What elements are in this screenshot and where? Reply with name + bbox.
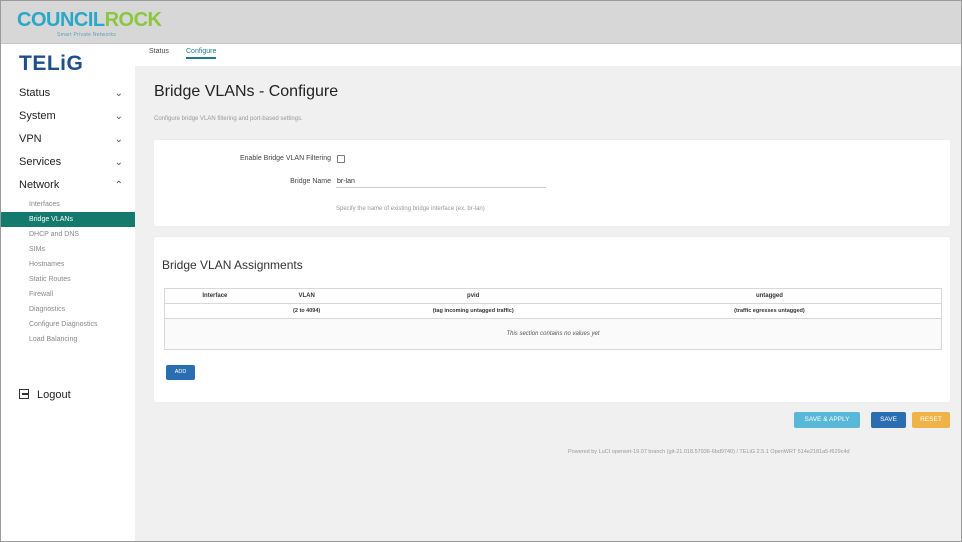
table-header-row: Interface VLAN pvid untagged (165, 289, 941, 304)
vlan-assignments-table: Interface VLAN pvid untagged (2 to 4094)… (164, 288, 942, 350)
chevron-down-icon: ⌄ (114, 134, 123, 145)
chevron-down-icon: ⌄ (114, 88, 123, 99)
sidebar-item-label: Services (19, 156, 62, 168)
bridge-name-help: Specify the name of existing bridge inte… (336, 206, 485, 212)
chevron-down-icon: ⌄ (114, 157, 123, 168)
logout-link[interactable]: Logout (19, 389, 71, 401)
chevron-up-icon: ⌃ (114, 180, 123, 191)
bridge-name-input[interactable] (336, 175, 546, 188)
column-header-untagged: untagged (755, 293, 783, 299)
bridge-name-label: Bridge Name (290, 178, 331, 185)
brand-name-part1: COUNCIL (17, 9, 105, 31)
logout-icon (19, 389, 29, 399)
enable-filtering-label: Enable Bridge VLAN Filtering (239, 155, 331, 162)
reset-button[interactable]: RESET (912, 412, 950, 428)
column-hint-vlan: (2 to 4094) (293, 308, 321, 314)
telig-logo: TELiG (19, 52, 84, 75)
sidebar-subitem-load-balancing[interactable]: Load Balancing (1, 332, 135, 347)
sidebar-item-network[interactable]: Network ⌃ (1, 174, 135, 197)
sidebar: TELiG Status ⌄ System ⌄ VPN ⌄ Services ⌄ Net… (1, 44, 135, 541)
vlan-assignments-card: Bridge VLAN Assignments Interface VLAN p… (154, 237, 950, 402)
sidebar-subitem-sims[interactable]: SIMs (1, 242, 135, 257)
table-hint-row: (2 to 4094) (tag incoming untagged traff… (165, 304, 941, 319)
sidebar-subitem-bridge-vlans[interactable]: Bridge VLANs (1, 212, 135, 227)
save-apply-button[interactable]: SAVE & APPLY (794, 412, 860, 428)
enable-filtering-checkbox[interactable] (337, 155, 345, 163)
sidebar-subitem-hostnames[interactable]: Hostnames (1, 257, 135, 272)
main-content: Status Configure Bridge VLANs - Configur… (135, 44, 961, 541)
sidebar-item-label: Status (19, 87, 51, 99)
column-hint-interface (165, 304, 265, 318)
sidebar-item-vpn[interactable]: VPN ⌄ (1, 128, 135, 151)
sidebar-subitem-static-routes[interactable]: Static Routes (1, 272, 135, 287)
brand-tagline: Smart Private Networks (57, 32, 117, 38)
sidebar-nav: Status ⌄ System ⌄ VPN ⌄ Services ⌄ Network ⌃ … (1, 82, 135, 347)
sidebar-subitem-diagnostics[interactable]: Diagnostics (1, 302, 135, 317)
sidebar-subitem-interfaces[interactable]: Interfaces (1, 197, 135, 212)
sidebar-subitem-dhcp-dns[interactable]: DHCP and DNS (1, 227, 135, 242)
settings-card: Enable Bridge VLAN Filtering Bridge Name… (154, 140, 950, 226)
sidebar-item-label: VPN (19, 133, 42, 145)
column-header-interface: Interface (202, 293, 228, 299)
chevron-down-icon: ⌄ (114, 111, 123, 122)
column-hint-untagged: (traffic egresses untagged) (734, 308, 805, 314)
column-header-vlan: VLAN (298, 293, 315, 299)
sidebar-item-label: System (19, 110, 56, 122)
footer-version: Powered by LuCI openwrt-19.07 branch (gi… (568, 449, 850, 455)
logout-label: Logout (37, 389, 71, 401)
table-empty-message: This section contains no values yet (165, 319, 941, 349)
column-hint-pvid: (tag incoming untagged traffic) (432, 308, 514, 314)
councilrock-logo: COUNCILROCK (17, 9, 162, 32)
sidebar-item-label: Network (19, 179, 60, 191)
brand-name-part2: ROCK (104, 9, 162, 31)
sidebar-item-system[interactable]: System ⌄ (1, 105, 135, 128)
sidebar-item-status[interactable]: Status ⌄ (1, 82, 135, 105)
sidebar-item-services[interactable]: Services ⌄ (1, 151, 135, 174)
section-title: Bridge VLAN Assignments (162, 258, 303, 272)
tab-bar: Status Configure (135, 44, 961, 66)
brand-header: COUNCILROCK Smart Private Networks (1, 1, 961, 44)
save-button[interactable]: SAVE (871, 412, 906, 428)
sidebar-subitem-firewall[interactable]: Firewall (1, 287, 135, 302)
tab-configure[interactable]: Configure (186, 48, 217, 59)
tab-status[interactable]: Status (149, 48, 169, 55)
column-header-pvid: pvid (467, 293, 480, 299)
sidebar-subitem-configure-diagnostics[interactable]: Configure Diagnostics (1, 317, 135, 332)
browser-frame: COUNCILROCK Smart Private Networks TELiG… (0, 0, 962, 542)
page-title: Bridge VLANs - Configure (154, 83, 339, 100)
page-description: Configure bridge VLAN filtering and port… (154, 116, 303, 122)
add-button[interactable]: ADD (166, 365, 195, 380)
